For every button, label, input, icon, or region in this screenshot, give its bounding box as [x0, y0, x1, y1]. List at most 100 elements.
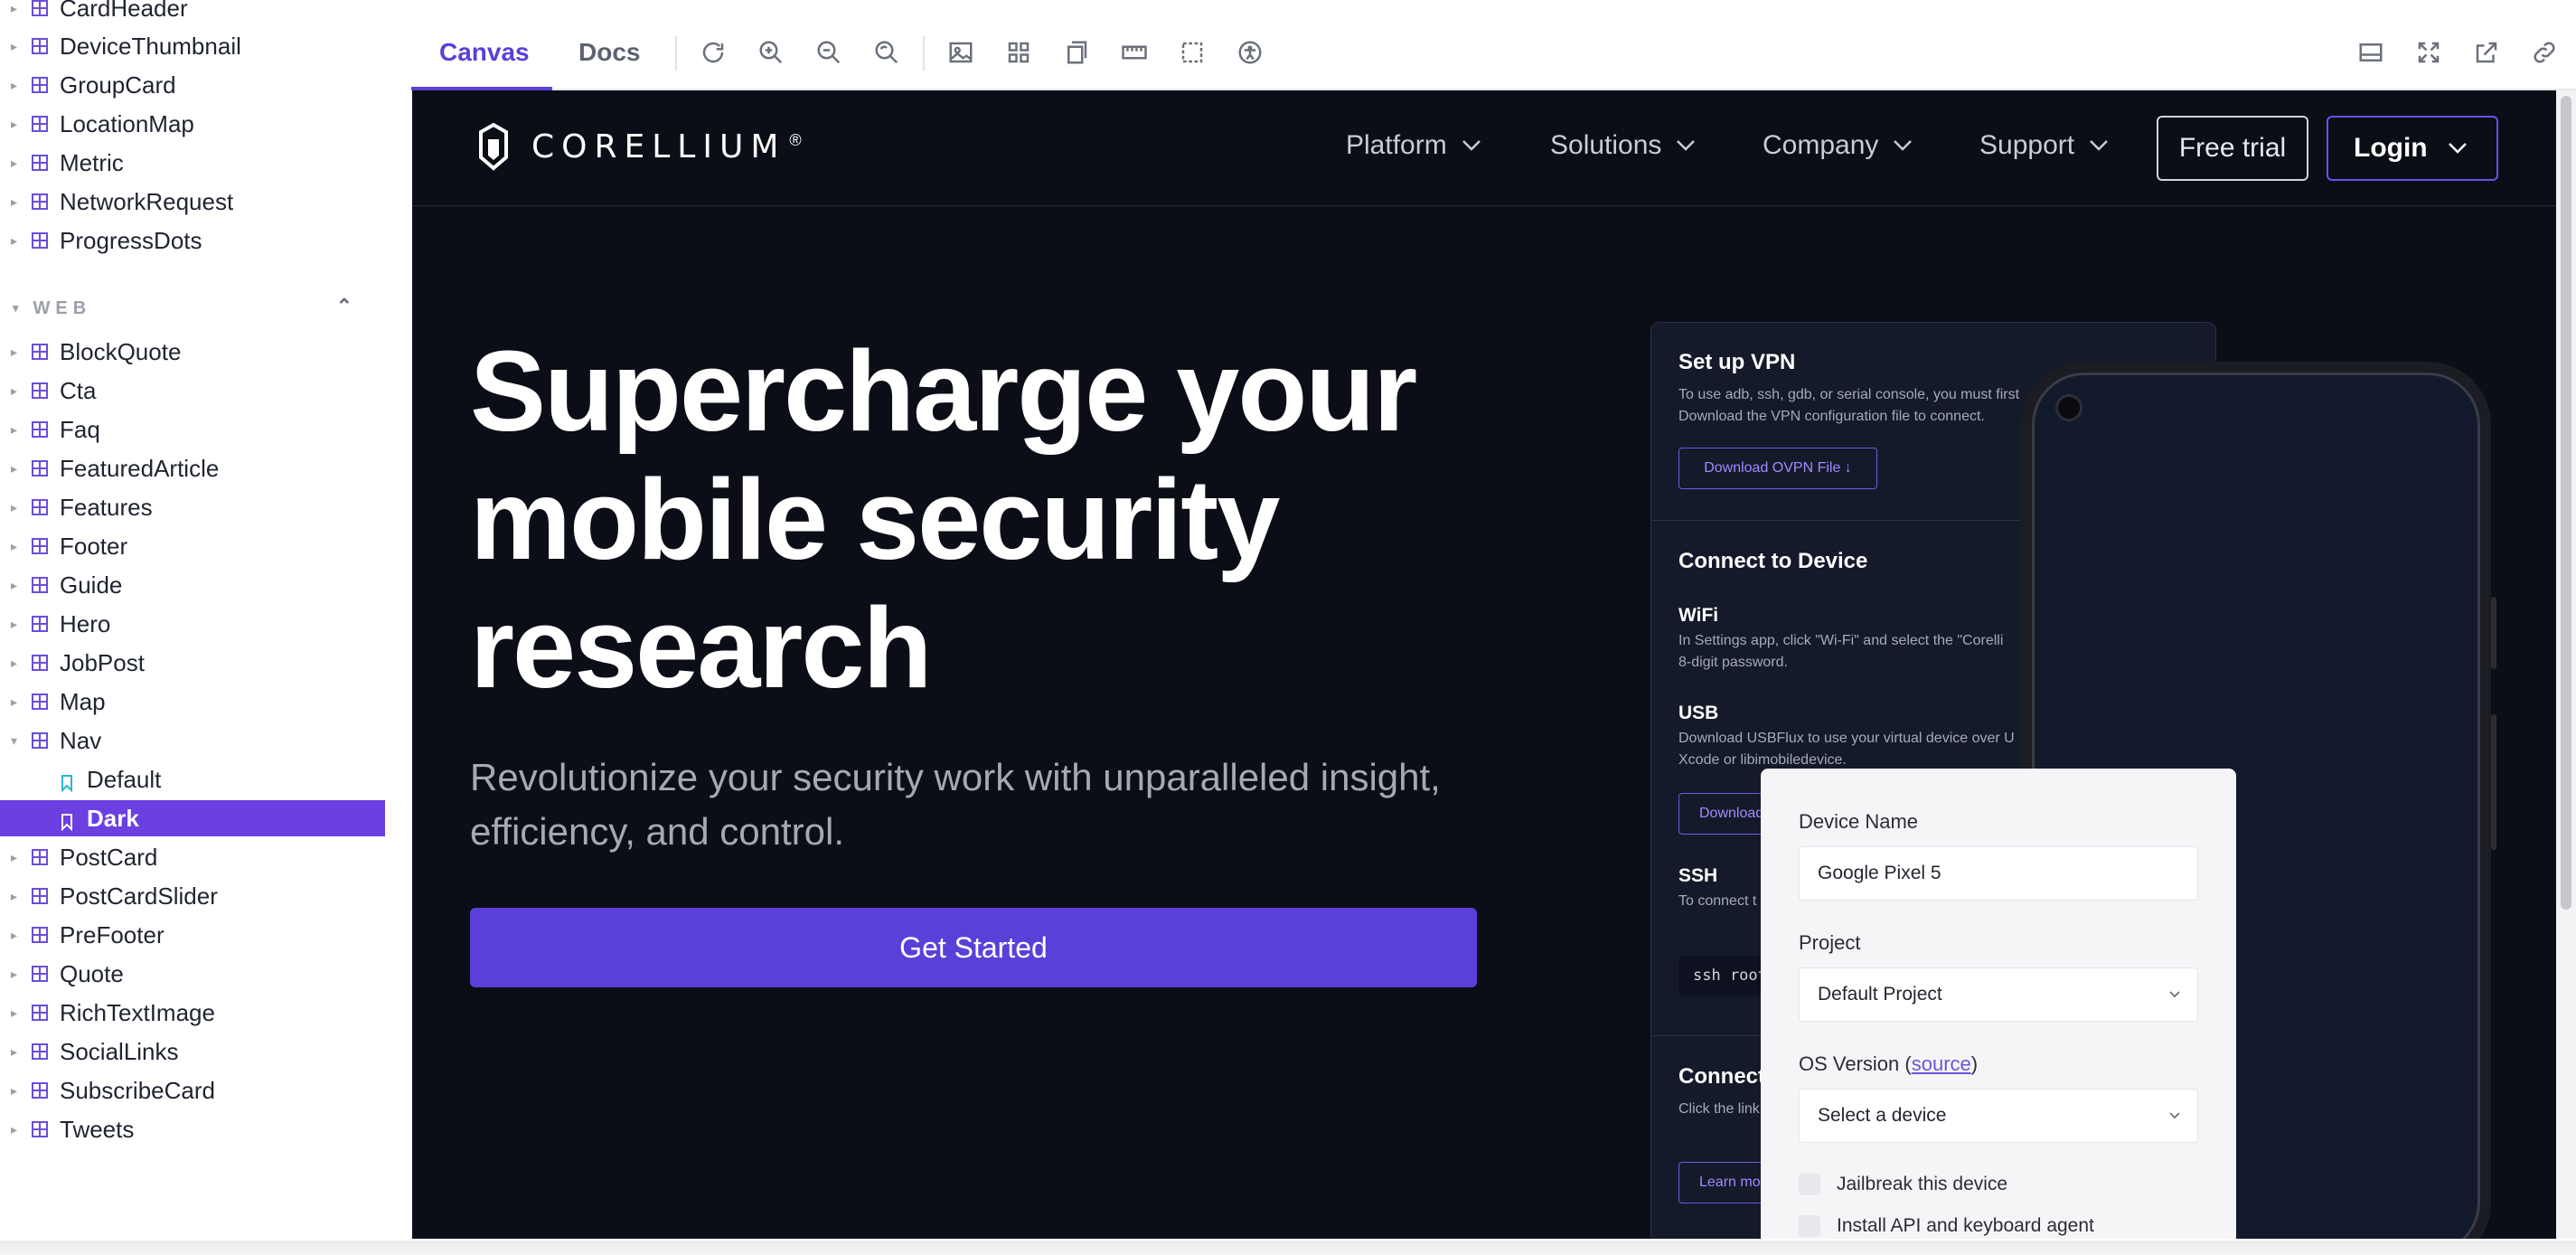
sidebar-story-dark[interactable]: Dark	[0, 800, 385, 836]
hero-title-line: Supercharge your	[470, 327, 1417, 455]
toolbar-divider	[923, 36, 925, 71]
sidebar-section-web[interactable]: ▾ WEB ⌃	[13, 295, 356, 322]
sidebar-item-nav[interactable]: ▾ Nav	[0, 722, 385, 759]
caret-right-icon: ▸	[11, 499, 18, 514]
caret-down-icon: ▾	[11, 732, 18, 748]
chevron-down-icon	[2090, 140, 2108, 151]
expand-collapse-icon[interactable]: ⌃	[336, 295, 353, 318]
scrollbar-thumb[interactable]	[2561, 96, 2571, 910]
sidebar-item-metric[interactable]: ▸ Metric	[0, 145, 385, 181]
nav-company[interactable]: Company	[1763, 130, 1913, 161]
viewport-icon[interactable]	[1118, 36, 1151, 69]
zoom-in-icon[interactable]	[755, 36, 787, 69]
zoom-reset-icon[interactable]	[870, 36, 903, 69]
sidebar-item-label: BlockQuote	[60, 337, 182, 365]
nav-support[interactable]: Support	[1979, 130, 2109, 161]
button-label: Get Started	[899, 930, 1048, 964]
component-icon	[31, 654, 49, 672]
sidebar-item-footer[interactable]: ▸ Footer	[0, 528, 385, 564]
caret-right-icon: ▸	[11, 460, 18, 476]
measure-icon[interactable]	[1060, 36, 1093, 69]
caret-right-icon: ▸	[11, 77, 18, 92]
grid-icon[interactable]	[1002, 36, 1035, 69]
wifi-text: In Settings app, click "Wi-Fi" and selec…	[1678, 630, 2058, 674]
vpn-text-line: Download the VPN configuration file to c…	[1678, 409, 1985, 424]
sidebar-item-hero[interactable]: ▸ Hero	[0, 606, 385, 642]
source-link[interactable]: source	[1912, 1052, 1971, 1075]
button-label: Download	[1699, 806, 1764, 821]
sidebar-item-jobpost[interactable]: ▸ JobPost	[0, 645, 385, 681]
sidebar-story-label: Default	[87, 765, 162, 793]
sidebar-item-prefooter[interactable]: ▸ PreFooter	[0, 917, 385, 953]
sidebar-item-label: JobPost	[60, 648, 145, 676]
sidebar-item-label: NetworkRequest	[60, 187, 234, 215]
os-version-select[interactable]: Select a device	[1799, 1089, 2198, 1143]
sidebar-story-default[interactable]: Default	[0, 761, 385, 797]
get-started-button[interactable]: Get Started	[470, 908, 1477, 987]
button-label: Login	[2354, 133, 2428, 163]
sidebar-item-guide[interactable]: ▸ Guide	[0, 567, 385, 603]
checkbox[interactable]	[1799, 1215, 1820, 1237]
sidebar-item-label: Metric	[60, 148, 124, 176]
caret-right-icon: ▸	[11, 888, 18, 903]
panel-toggle-icon[interactable]	[2355, 36, 2387, 69]
caret-right-icon: ▸	[11, 1121, 18, 1137]
component-icon	[31, 576, 49, 594]
os-version-label: OS Version (source)	[1799, 1052, 1978, 1076]
zoom-out-icon[interactable]	[813, 36, 845, 69]
sidebar-item-cta[interactable]: ▸ Cta	[0, 373, 385, 409]
chevron-down-icon	[2448, 143, 2467, 154]
tab-canvas[interactable]: Canvas	[439, 16, 530, 89]
sidebar-item-postcard[interactable]: ▸ PostCard	[0, 839, 385, 875]
jailbreak-checkbox[interactable]: Jailbreak this device	[1799, 1174, 2007, 1195]
accessibility-icon[interactable]	[1234, 36, 1266, 69]
tab-docs[interactable]: Docs	[578, 16, 640, 89]
nav-platform[interactable]: Platform	[1346, 130, 1481, 161]
sidebar-item-quote[interactable]: ▸ Quote	[0, 956, 385, 992]
caret-right-icon: ▸	[11, 193, 18, 209]
sidebar-item-features[interactable]: ▸ Features	[0, 489, 385, 525]
outline-icon[interactable]	[1176, 36, 1208, 69]
sidebar-item-locationmap[interactable]: ▸ LocationMap	[0, 106, 385, 142]
sidebar-item-tweets[interactable]: ▸ Tweets	[0, 1111, 385, 1147]
brand-logo[interactable]: CORELLIUM ®	[475, 121, 802, 172]
device-name-input[interactable]: Google Pixel 5	[1799, 846, 2198, 901]
sidebar-item-blockquote[interactable]: ▸ BlockQuote	[0, 334, 385, 370]
login-button[interactable]: Login	[2327, 116, 2498, 181]
install-agent-checkbox[interactable]: Install API and keyboard agent	[1799, 1215, 2094, 1237]
project-select[interactable]: Default Project	[1799, 967, 2198, 1022]
sidebar: ▸ CardHeader ▸ DeviceThumbnail ▸ GroupCard …	[0, 0, 411, 1255]
sidebar-item-subscribecard[interactable]: ▸ SubscribeCard	[0, 1072, 385, 1109]
sidebar-item-label: GroupCard	[60, 71, 176, 99]
fullscreen-icon[interactable]	[2412, 36, 2445, 69]
sidebar-item-progressdots[interactable]: ▸ ProgressDots	[0, 222, 385, 259]
tab-label: Canvas	[439, 38, 530, 66]
component-icon	[31, 1120, 49, 1138]
nav-solutions[interactable]: Solutions	[1550, 130, 1696, 161]
background-icon[interactable]	[945, 36, 977, 69]
sidebar-item-groupcard[interactable]: ▸ GroupCard	[0, 67, 385, 103]
component-icon	[31, 887, 49, 905]
download-ovpn-button[interactable]: Download OVPN File ↓	[1678, 448, 1877, 489]
sidebar-item-cardheader[interactable]: ▸ CardHeader	[0, 0, 385, 26]
canvas-scrollbar[interactable]	[2556, 90, 2576, 1239]
sidebar-item-richtextimage[interactable]: ▸ RichTextImage	[0, 995, 385, 1031]
reload-icon[interactable]	[697, 36, 729, 69]
sidebar-item-faq[interactable]: ▸ Faq	[0, 411, 385, 448]
button-label: Learn mo	[1699, 1175, 1761, 1190]
sidebar-item-sociallinks[interactable]: ▸ SocialLinks	[0, 1033, 385, 1070]
free-trial-button[interactable]: Free trial	[2157, 116, 2308, 181]
checkbox[interactable]	[1799, 1174, 1820, 1195]
usb-text-line: Download USBFlux to use your virtual dev…	[1678, 731, 2015, 746]
caret-right-icon: ▸	[11, 927, 18, 942]
brand-name: CORELLIUM	[531, 127, 786, 165]
sidebar-item-featuredarticle[interactable]: ▸ FeaturedArticle	[0, 450, 385, 486]
caret-right-icon: ▸	[11, 344, 18, 359]
button-label: Download OVPN File ↓	[1704, 460, 1852, 476]
sidebar-item-devicethumbnail[interactable]: ▸ DeviceThumbnail	[0, 28, 385, 64]
open-new-tab-icon[interactable]	[2470, 36, 2503, 69]
sidebar-item-postcardslider[interactable]: ▸ PostCardSlider	[0, 878, 385, 914]
copy-link-icon[interactable]	[2528, 36, 2561, 69]
sidebar-item-map[interactable]: ▸ Map	[0, 684, 385, 720]
sidebar-item-networkrequest[interactable]: ▸ NetworkRequest	[0, 184, 385, 220]
